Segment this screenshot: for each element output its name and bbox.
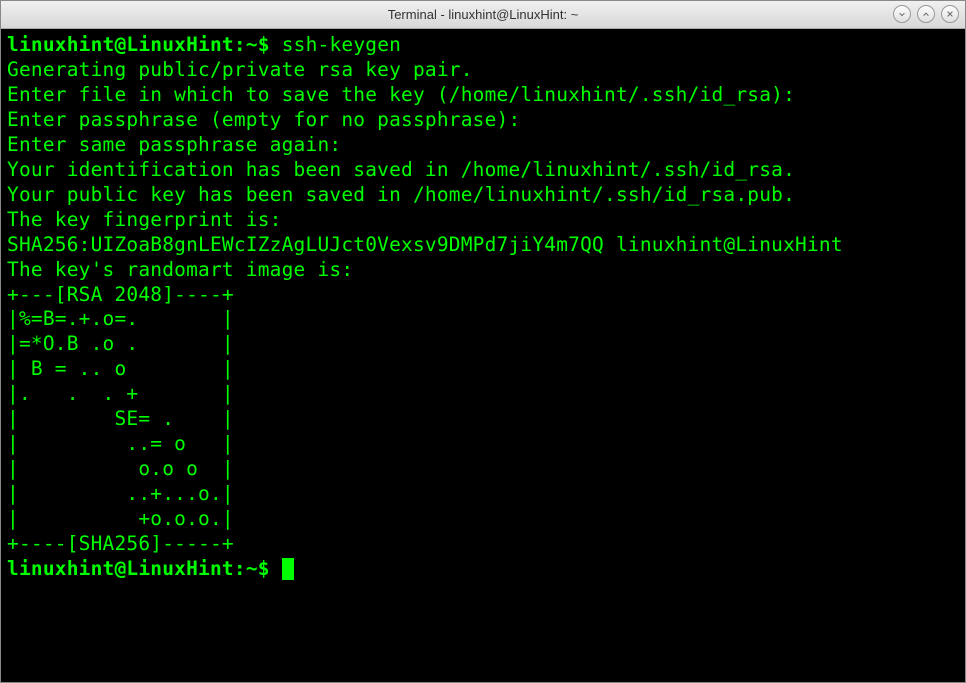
output-line: Enter same passphrase again:: [7, 133, 959, 158]
randomart-line: +---[RSA 2048]----+: [7, 283, 959, 308]
output-line: Generating public/private rsa key pair.: [7, 58, 959, 83]
randomart-line: | ..+...o.|: [7, 482, 959, 507]
randomart-line: | o.o o |: [7, 457, 959, 482]
terminal-window: Terminal - linuxhint@LinuxHint: ~ linuxh…: [0, 0, 966, 683]
prompt-line-2: linuxhint@LinuxHint:~$: [7, 557, 959, 582]
window-controls: [893, 5, 959, 23]
randomart-line: +----[SHA256]-----+: [7, 532, 959, 557]
output-line: The key fingerprint is:: [7, 208, 959, 233]
prompt-cwd: ~: [246, 557, 258, 580]
terminal-area[interactable]: linuxhint@LinuxHint:~$ ssh-keygenGenerat…: [1, 29, 965, 682]
prompt-line-1: linuxhint@LinuxHint:~$ ssh-keygen: [7, 33, 959, 58]
prompt-user-host: linuxhint@LinuxHint: [7, 557, 234, 580]
window-title: Terminal - linuxhint@LinuxHint: ~: [388, 7, 579, 22]
randomart-line: |=*O.B .o . |: [7, 332, 959, 357]
prompt-symbol: $: [258, 557, 270, 580]
prompt-colon: :: [234, 33, 246, 56]
prompt-colon: :: [234, 557, 246, 580]
titlebar[interactable]: Terminal - linuxhint@LinuxHint: ~: [1, 1, 965, 29]
close-icon: [946, 10, 954, 18]
output-line: Your identification has been saved in /h…: [7, 158, 959, 183]
randomart-line: | ..= o |: [7, 432, 959, 457]
prompt-symbol: $: [258, 33, 270, 56]
cursor: [282, 558, 294, 580]
randomart-line: | SE= . |: [7, 407, 959, 432]
maximize-button[interactable]: [917, 5, 935, 23]
output-line: SHA256:UIZoaB8gnLEWcIZzAgLUJct0Vexsv9DMP…: [7, 233, 959, 258]
maximize-icon: [922, 10, 930, 18]
output-line: The key's randomart image is:: [7, 258, 959, 283]
close-button[interactable]: [941, 5, 959, 23]
minimize-button[interactable]: [893, 5, 911, 23]
randomart-line: | +o.o.o.|: [7, 507, 959, 532]
randomart-line: |. . . + |: [7, 382, 959, 407]
output-line: Enter passphrase (empty for no passphras…: [7, 108, 959, 133]
randomart-line: |%=B=.+.o=. |: [7, 307, 959, 332]
prompt-user-host: linuxhint@LinuxHint: [7, 33, 234, 56]
randomart-line: | B = .. o |: [7, 357, 959, 382]
output-line: Enter file in which to save the key (/ho…: [7, 83, 959, 108]
prompt-cwd: ~: [246, 33, 258, 56]
minimize-icon: [898, 10, 906, 18]
output-line: Your public key has been saved in /home/…: [7, 183, 959, 208]
command-text: ssh-keygen: [282, 33, 401, 56]
